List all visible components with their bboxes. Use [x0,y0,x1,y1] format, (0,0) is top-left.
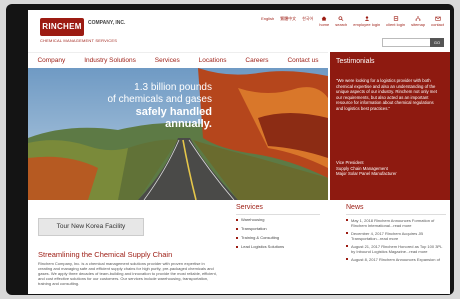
web-page: RINCHEM COMPANY, INC. CHEMICAL MANAGEMEN… [28,10,450,294]
hero-headline: 1.3 billion pounds of chemicals and gase… [64,82,212,130]
lang-korean-link[interactable]: 한국어 [302,16,313,22]
news-item[interactable]: August 21, 2017 Rinchem Honored as Top 1… [346,244,446,254]
news-heading: News [346,204,446,215]
streamlining-body: Rinchem Company, Inc. is a chemical mana… [38,261,217,286]
bullet-icon [236,245,238,248]
home-link[interactable]: home [319,16,329,27]
bullet-icon [236,227,238,230]
employee-login-link[interactable]: employee login [353,16,380,27]
rinchem-logo[interactable]: RINCHEM [40,18,84,36]
nav-careers[interactable]: Careers [245,57,268,64]
testimonial-quote: "We were looking for a logistics provide… [336,78,437,111]
testimonial-citation: Vice President Supply Chain Management M… [336,160,397,177]
company-tagline: CHEMICAL MANAGEMENT SERVICES [40,38,118,43]
nav-industry-solutions[interactable]: Industry Solutions [84,57,136,64]
service-item[interactable]: Transportation [236,224,320,233]
testimonials-heading: Testimonials [336,58,375,65]
news-item[interactable]: May 1, 2018 Rinchem Announces Formation … [346,218,446,228]
service-item[interactable]: Lead Logistics Solutions [236,242,320,251]
cite-company: Major Solar Panel Manufacturer [336,171,397,176]
service-item[interactable]: Training & Consulting [236,233,320,242]
monitor-bezel: RINCHEM COMPANY, INC. CHEMICAL MANAGEMEN… [6,4,454,295]
lang-english-link[interactable]: English [261,16,274,21]
news-item[interactable]: August 8, 2017 Rinchem Announces Expansi… [346,257,446,262]
hero-line-2: of chemicals and gases [107,94,212,105]
mail-icon [434,16,441,21]
sitemap-link[interactable]: sitemap [411,16,425,27]
sitemap-icon [415,16,421,21]
hero-banner: 1.3 billion pounds of chemicals and gase… [28,68,328,200]
search-link[interactable]: search [335,16,347,27]
nav-services[interactable]: Services [155,57,180,64]
bullet-icon [236,236,238,239]
hero-line-4: annually. [165,118,212,130]
search-icon [338,16,344,21]
lang-chinese-link[interactable]: 繁體中文 [280,16,296,22]
testimonials-panel: Testimonials "We were looking for a logi… [330,52,450,200]
services-heading: Services [236,204,320,215]
bullet-icon [236,218,238,221]
nav-contact-us[interactable]: Contact us [287,57,318,64]
nav-company[interactable]: Company [37,57,65,64]
streamlining-heading: Streamlining the Chemical Supply Chain [38,250,173,259]
services-list: Services Warehousing Transportation Trai… [236,204,320,251]
search-go-button[interactable]: GO [430,38,444,47]
bullet-icon [346,245,348,247]
company-name: COMPANY, INC. [88,20,126,26]
client-login-link[interactable]: client login [386,16,405,27]
bullet-icon [346,232,348,234]
main-nav: Company Industry Solutions Services Loca… [28,52,328,67]
tour-facility-button[interactable]: Tour New Korea Facility [38,218,144,236]
nav-locations[interactable]: Locations [199,57,227,64]
home-icon [321,16,327,21]
service-item[interactable]: Warehousing [236,215,320,224]
news-item[interactable]: December 4, 2017 Rinchem Acquires JB Tra… [346,231,446,241]
user-icon [364,16,369,21]
hero-line-3: safely handled [135,106,212,118]
bullet-icon [346,258,348,260]
login-icon [393,16,398,21]
hero-line-1: 1.3 billion pounds [134,82,212,93]
news-list: News May 1, 2018 Rinchem Announces Forma… [346,204,446,262]
bullet-icon [346,219,348,221]
contact-link[interactable]: contact [431,16,444,27]
utility-links: English 繁體中文 한국어 home search employee lo… [261,16,444,27]
